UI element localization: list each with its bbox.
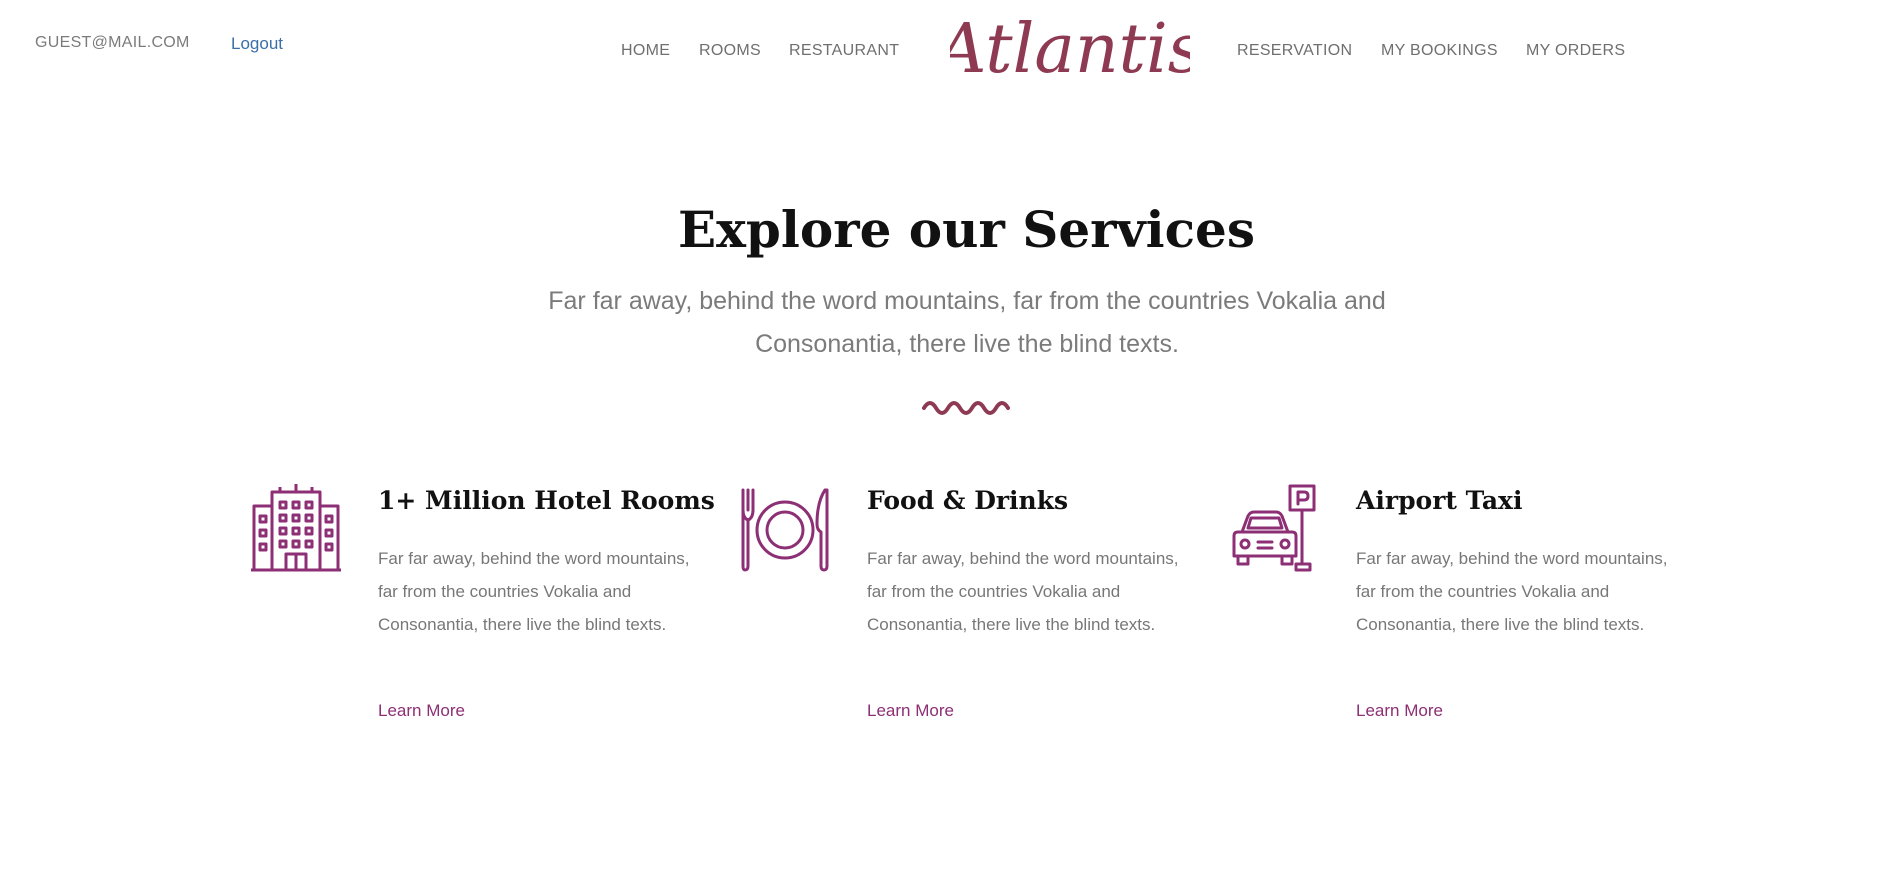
section-title: Explore our Services [678,200,1255,259]
service-description: Far far away, behind the word mountains,… [867,549,1179,634]
learn-more-link[interactable]: Learn More [867,701,954,721]
service-card-airport-taxi: Airport Taxi Far far away, behind the wo… [1228,482,1688,742]
nav-my-bookings[interactable]: MY BOOKINGS [1381,42,1498,60]
top-navigation-bar: GUEST@MAIL.COM Logout HOME ROOMS RESTAUR… [0,0,1897,100]
logo-text: Atlantis [950,10,1190,89]
service-card-food-drinks: Food & Drinks Far far away, behind the w… [739,482,1199,742]
wave-divider [922,401,1010,415]
plate-fork-knife-icon [739,484,831,576]
learn-more-link[interactable]: Learn More [378,701,465,721]
section-subtitle: Far far away, behind the word mountains,… [548,287,1386,358]
service-card-hotel-rooms: 1+ Million Hotel Rooms Far far away, beh… [250,482,715,742]
logout-link[interactable]: Logout [231,34,283,54]
hotel-building-icon [250,484,342,576]
user-email: GUEST@MAIL.COM [35,34,190,51]
nav-my-orders[interactable]: MY ORDERS [1526,42,1625,60]
nav-reservation[interactable]: RESERVATION [1237,42,1352,60]
service-title: Food & Drinks [867,486,1069,515]
brand-logo[interactable]: Atlantis [950,2,1190,92]
service-description: Far far away, behind the word mountains,… [378,549,690,634]
service-description: Far far away, behind the word mountains,… [1356,549,1668,634]
service-title: 1+ Million Hotel Rooms [378,486,715,515]
learn-more-link[interactable]: Learn More [1356,701,1443,721]
logo-wordmark: Atlantis [950,10,1190,89]
nav-restaurant[interactable]: RESTAURANT [789,42,899,60]
service-title: Airport Taxi [1356,486,1523,515]
car-parking-icon [1228,484,1320,576]
nav-home[interactable]: HOME [621,42,670,60]
nav-rooms[interactable]: ROOMS [699,42,761,60]
